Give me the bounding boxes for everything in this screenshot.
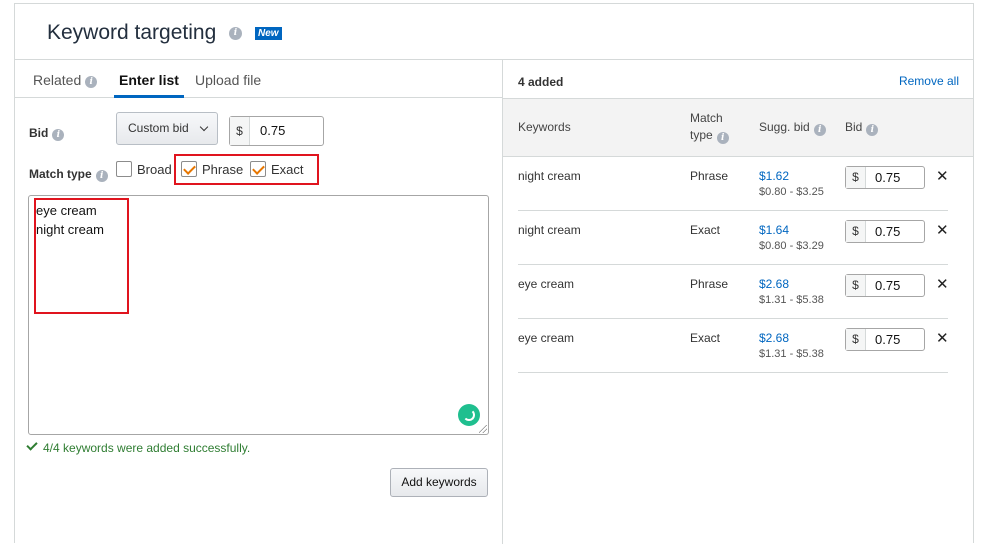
success-message: 4/4 keywords were added successfully.: [26, 439, 251, 455]
column-keywords: Keywords: [518, 120, 571, 134]
row-suggested-bid[interactable]: $1.64: [759, 223, 789, 237]
added-count: 4 added: [518, 75, 564, 89]
row-keyword: eye cream: [518, 277, 575, 291]
loading-spinner-icon: [458, 404, 480, 426]
row-match-type: Phrase: [690, 277, 729, 291]
column-match-type-line1: Match: [690, 111, 723, 125]
currency-symbol: $: [846, 329, 866, 350]
currency-symbol: $: [846, 167, 866, 188]
row-bid-value[interactable]: 0.75: [875, 329, 900, 350]
info-icon[interactable]: i: [52, 129, 65, 141]
remove-row-icon[interactable]: ✕: [936, 275, 949, 293]
new-badge: New: [255, 27, 282, 40]
row-bid-value[interactable]: 0.75: [875, 221, 900, 242]
currency-symbol: $: [230, 117, 250, 145]
remove-row-icon[interactable]: ✕: [936, 329, 949, 347]
row-bid-input[interactable]: $ 0.75: [845, 220, 925, 243]
broad-label: Broad: [137, 162, 172, 177]
tab-enter-list[interactable]: Enter list: [114, 72, 184, 98]
info-icon[interactable]: i: [85, 76, 98, 88]
column-bid: Bid i: [845, 119, 879, 136]
keyword-targeting-panel: Keyword targeting i New Related i Enter l…: [14, 3, 974, 544]
broad-checkbox[interactable]: [116, 161, 132, 177]
row-match-type: Exact: [690, 223, 721, 237]
row-match-type: Phrase: [690, 169, 729, 183]
default-bid-input[interactable]: $ 0.75: [229, 116, 324, 146]
remove-row-icon[interactable]: ✕: [936, 167, 949, 185]
table-row: eye cream Phrase $2.68 $1.31 - $5.38 $ 0…: [518, 265, 949, 319]
row-keyword: night cream: [518, 223, 581, 237]
tab-related[interactable]: Related i: [33, 72, 98, 98]
match-broad-option[interactable]: Broad: [116, 161, 176, 179]
tab-label: Related: [33, 72, 82, 88]
add-keywords-button[interactable]: Add keywords: [390, 468, 488, 497]
currency-symbol: $: [846, 275, 866, 296]
column-sugg-bid: Sugg. bid i: [759, 119, 826, 136]
tab-upload-file[interactable]: Upload file: [195, 72, 261, 98]
page-title: Keyword targeting: [47, 21, 217, 44]
currency-symbol: $: [846, 221, 866, 242]
match-type-label-text: Match type: [29, 167, 92, 181]
success-text: 4/4 keywords were added successfully.: [43, 441, 251, 455]
column-sugg-bid-label: Sugg. bid: [759, 120, 810, 134]
row-keyword: night cream: [518, 169, 581, 183]
table-row: eye cream Exact $2.68 $1.31 - $5.38 $ 0.…: [518, 319, 949, 373]
row-suggested-bid[interactable]: $1.62: [759, 169, 789, 183]
bid-label-text: Bid: [29, 126, 49, 140]
row-bid-range: $1.31 - $5.38: [759, 348, 824, 360]
table-header: Keywords Match type i Sugg. bid i Bid i: [503, 98, 973, 157]
added-keywords-pane: 4 added Remove all Keywords Match type i …: [503, 60, 973, 544]
row-match-type: Exact: [690, 331, 721, 345]
row-bid-input[interactable]: $ 0.75: [845, 274, 925, 297]
resize-handle-icon[interactable]: [479, 425, 487, 433]
row-bid-range: $0.80 - $3.29: [759, 240, 824, 252]
table-row: night cream Phrase $1.62 $0.80 - $3.25 $…: [518, 157, 949, 211]
row-bid-input[interactable]: $ 0.75: [845, 166, 925, 189]
remove-all-link[interactable]: Remove all: [899, 74, 959, 88]
tab-label: Enter list: [119, 72, 179, 88]
bid-type-dropdown[interactable]: Custom bid: [116, 112, 218, 145]
row-suggested-bid[interactable]: $2.68: [759, 331, 789, 345]
row-suggested-bid[interactable]: $2.68: [759, 277, 789, 291]
match-type-label: Match type i: [29, 167, 108, 182]
info-icon[interactable]: i: [813, 124, 826, 136]
highlight-box-keywords: [34, 198, 129, 314]
table-row: night cream Exact $1.64 $0.80 - $3.29 $ …: [518, 211, 949, 265]
remove-row-icon[interactable]: ✕: [936, 221, 949, 239]
column-match-type-line2: type: [690, 128, 713, 142]
added-header: 4 added Remove all: [503, 60, 973, 98]
bid-value[interactable]: 0.75: [260, 117, 285, 145]
panel-header: Keyword targeting i New: [15, 4, 973, 60]
tab-label: Upload file: [195, 72, 262, 88]
row-bid-input[interactable]: $ 0.75: [845, 328, 925, 351]
chevron-down-icon: [199, 122, 209, 132]
row-bid-value[interactable]: 0.75: [875, 167, 900, 188]
row-bid-range: $0.80 - $3.25: [759, 186, 824, 198]
checkmark-icon: [26, 439, 38, 451]
bid-type-value: Custom bid: [128, 121, 189, 135]
info-icon[interactable]: i: [229, 27, 242, 40]
info-icon[interactable]: i: [95, 170, 108, 182]
info-icon[interactable]: i: [866, 124, 879, 136]
column-bid-label: Bid: [845, 120, 863, 134]
highlight-box-match-type: [174, 154, 319, 185]
tab-bar: Related i Enter list Upload file: [15, 60, 503, 98]
row-bid-value[interactable]: 0.75: [875, 275, 900, 296]
info-icon[interactable]: i: [716, 132, 729, 144]
row-keyword: eye cream: [518, 331, 575, 345]
keyword-entry-pane: Related i Enter list Upload file Bid i Cus…: [15, 60, 503, 544]
row-bid-range: $1.31 - $5.38: [759, 294, 824, 306]
bid-label: Bid i: [29, 126, 65, 141]
column-match-type: Match type i: [690, 110, 729, 144]
